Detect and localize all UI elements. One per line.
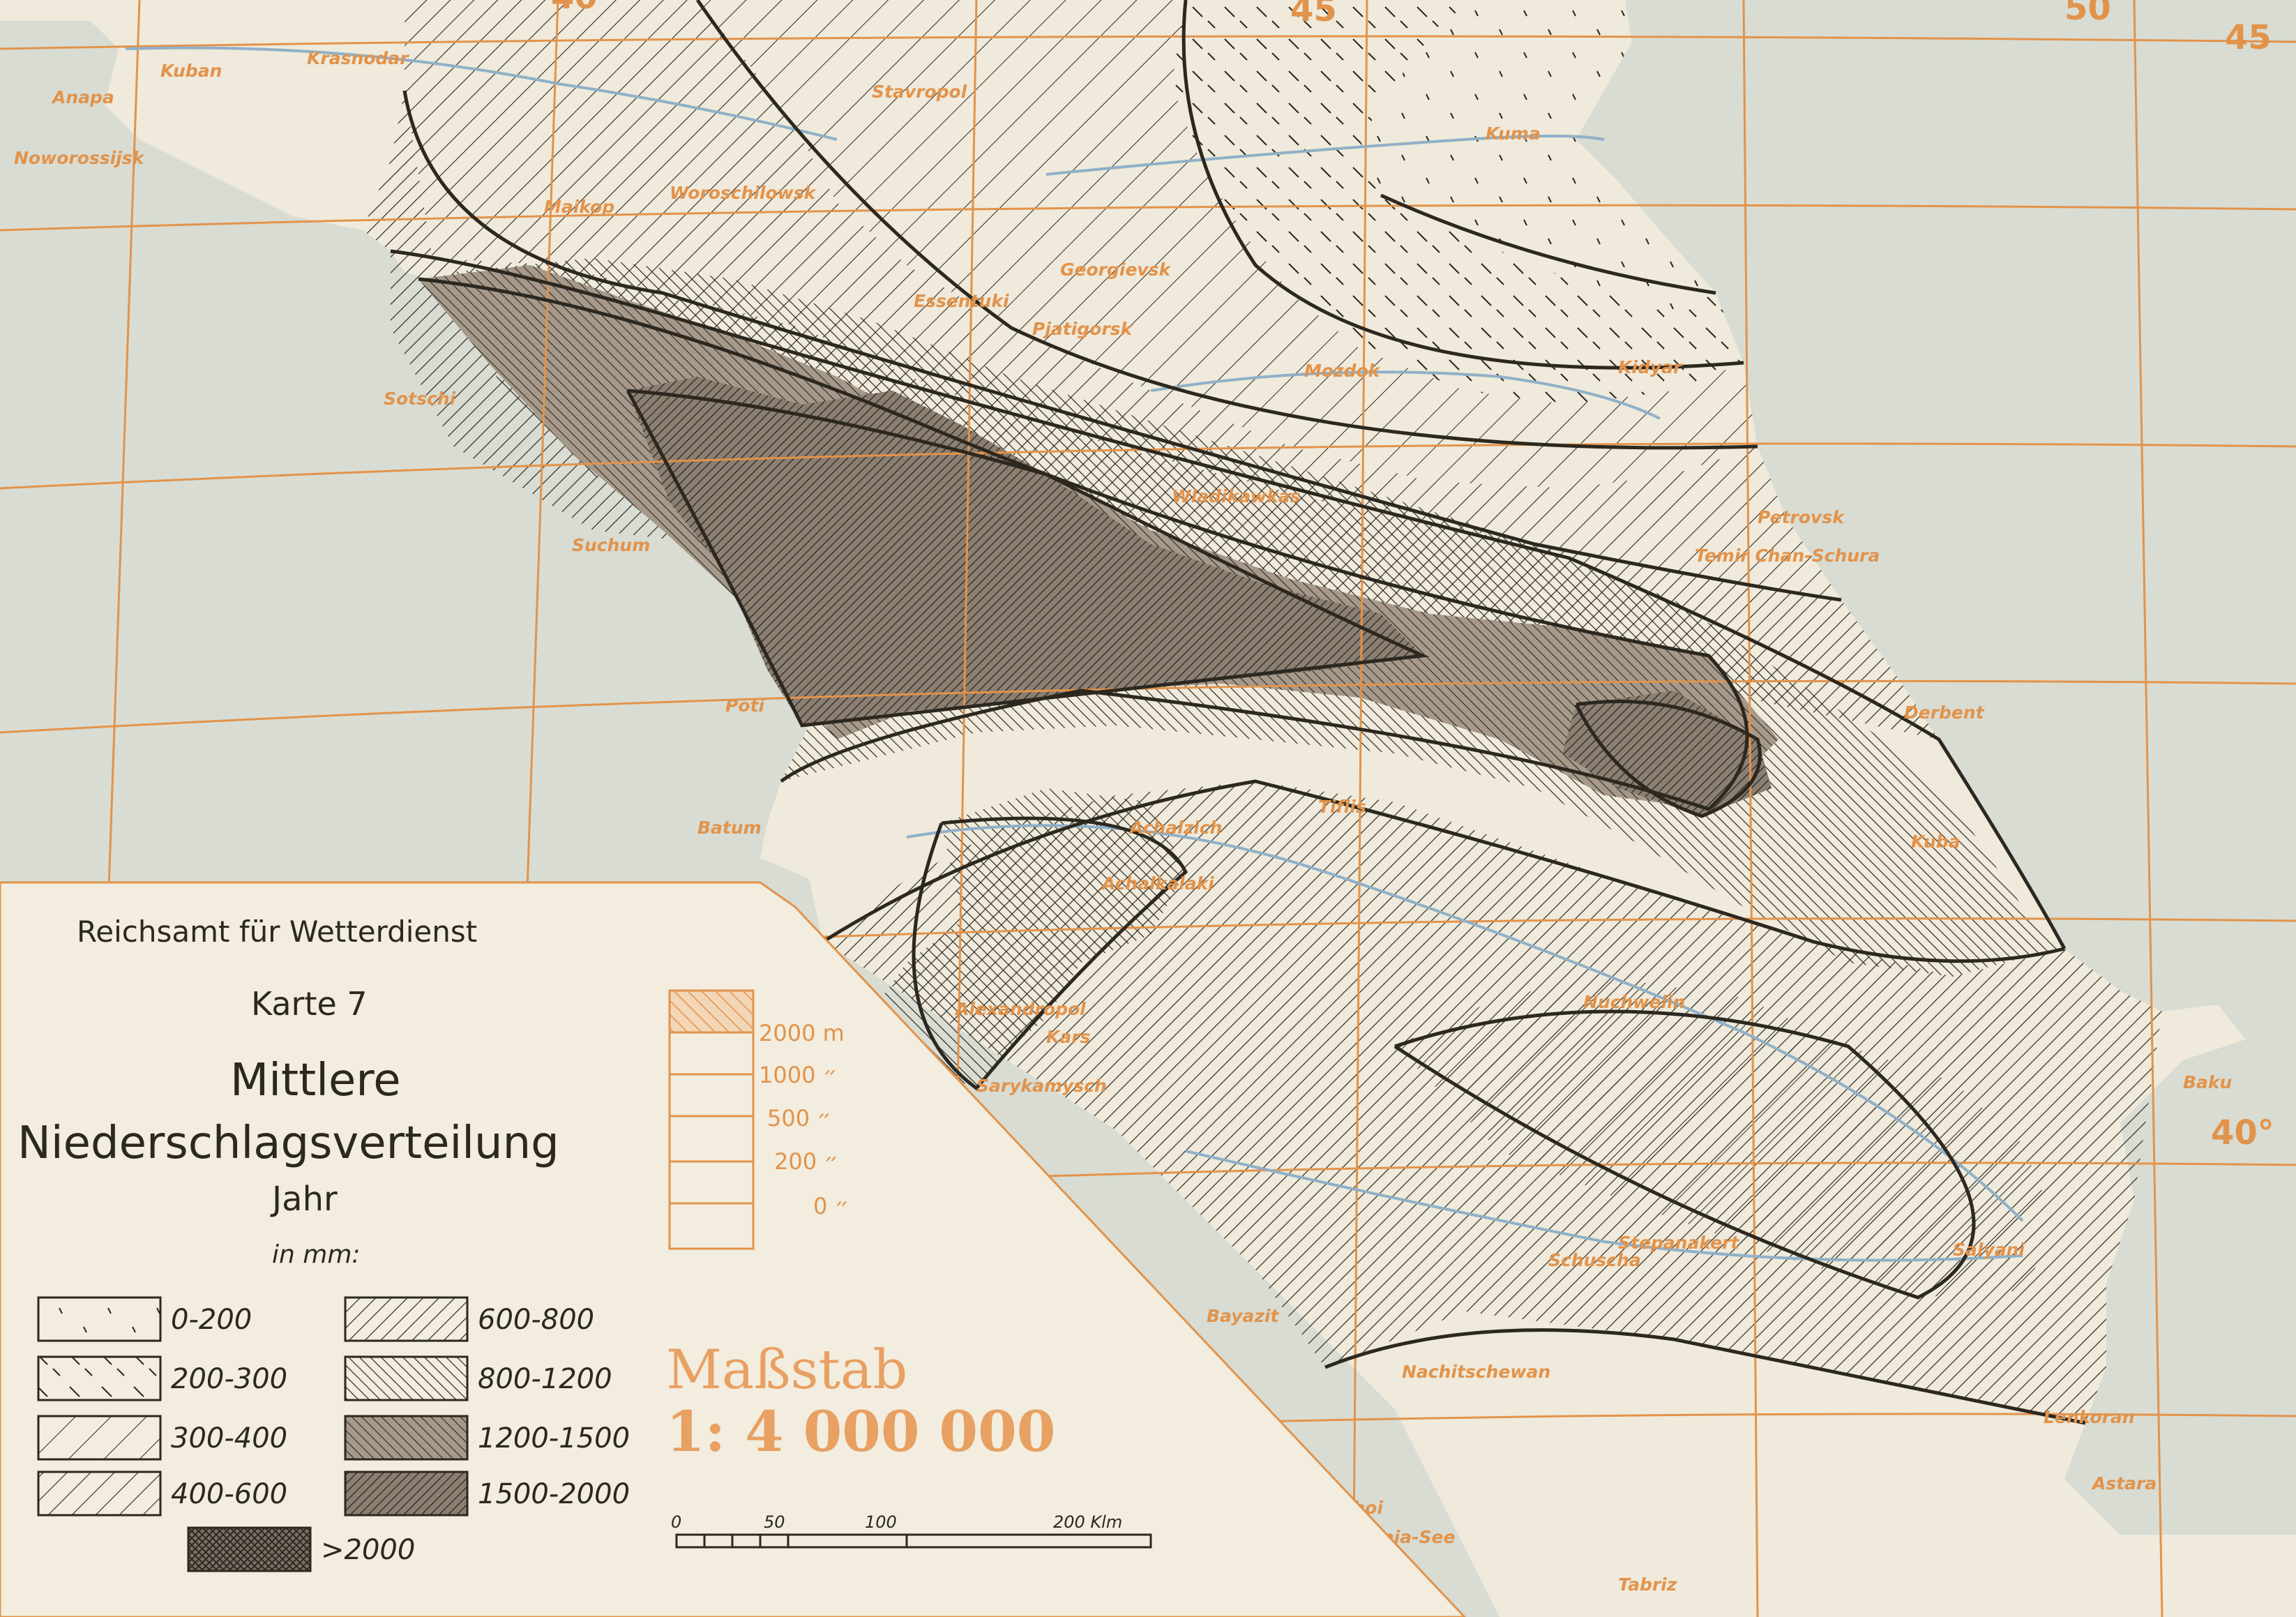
legend-label: 400-600 <box>171 1478 287 1510</box>
scale-tick-label: 0 <box>671 1512 681 1532</box>
latitude-label-45: 45 <box>2225 18 2272 57</box>
place-label-georgievsk: Georgievsk <box>1060 260 1172 280</box>
place-label-suchum: Suchum <box>572 535 650 555</box>
legend-swatch <box>37 1415 162 1461</box>
place-label-essentuki: Essentuki <box>914 291 1009 311</box>
place-label-achalzich: Achalzich <box>1128 818 1222 838</box>
longitude-label-45: 45 <box>1290 0 1337 29</box>
legend-swatch <box>344 1296 469 1342</box>
place-label-baku: Baku <box>2183 1072 2233 1092</box>
legend-label: 1500-2000 <box>478 1478 630 1510</box>
place-label-anapa: Anapa <box>51 87 114 107</box>
publisher-label: Reichsamt für Wetterdienst <box>77 915 477 949</box>
elevation-label: 500 ״ <box>767 1105 831 1131</box>
place-label-sotschi: Sotschi <box>384 389 456 409</box>
place-label-kuma: Kuma <box>1486 123 1541 144</box>
place-label-woroschilowsk: Woroschilowsk <box>670 183 817 203</box>
legend-label: 0-200 <box>171 1304 252 1336</box>
elevation-label: 2000 m <box>759 1020 845 1046</box>
legend-label: 800-1200 <box>478 1363 612 1395</box>
unit-label: in mm: <box>272 1240 361 1269</box>
longitude-label-40: 40 <box>551 0 598 17</box>
legend-swatch <box>344 1415 469 1461</box>
place-label-kars: Kars <box>1046 1027 1090 1047</box>
elevation-label: 0 ״ <box>813 1193 849 1219</box>
map-period: Jahr <box>270 1180 338 1219</box>
scale-tick-label: 50 <box>764 1512 785 1532</box>
legend-swatch <box>37 1355 162 1401</box>
legend-swatch <box>37 1471 162 1517</box>
place-label-tabriz: Tabriz <box>1618 1574 1677 1595</box>
place-label-alexandropol: Alexandropol <box>954 999 1086 1019</box>
place-label-batum: Batum <box>697 818 762 838</box>
scale-tick-label: 100 <box>865 1512 897 1532</box>
place-label-pjatigorsk: Pjatigorsk <box>1032 319 1133 339</box>
place-label-krasnodar: Krasnodar <box>307 48 409 68</box>
legend-label: 200-300 <box>171 1363 287 1395</box>
place-label-tiflis: Tiflis <box>1318 797 1366 817</box>
place-label-petrovsk: Petrovsk <box>1758 507 1845 527</box>
map-title-line2: Niederschlagsverteilung <box>17 1118 559 1169</box>
place-label-stavropol: Stavropol <box>872 82 967 102</box>
legend-swatch <box>187 1526 312 1572</box>
elevation-label: 1000 ״ <box>759 1062 837 1088</box>
place-label-mozdok: Mozdok <box>1304 361 1381 381</box>
place-label-derbent: Derbent <box>1904 702 1985 723</box>
map-number: Karte 7 <box>251 985 368 1023</box>
elevation-label: 200 ״ <box>774 1148 838 1175</box>
place-label-wladikawkas: Wladikawkas <box>1172 486 1300 506</box>
legend-swatch <box>344 1355 469 1401</box>
place-label-nachitschewan: Nachitschewan <box>1402 1362 1550 1382</box>
latitude-label-40: 40° <box>2211 1113 2274 1152</box>
longitude-label-50: 50 <box>2064 0 2111 28</box>
legend-swatch <box>344 1471 469 1517</box>
place-label-noworossijsk: Noworossijsk <box>14 148 145 168</box>
place-label-astara: Astara <box>2091 1473 2157 1494</box>
place-label-sarykamysch: Sarykamysch <box>976 1076 1107 1096</box>
place-label-kuban: Kuban <box>160 61 222 81</box>
map-title-line1: Mittlere <box>230 1055 401 1106</box>
legend-label: 1200-1500 <box>478 1422 630 1454</box>
legend-label: 600-800 <box>478 1304 594 1336</box>
legend-label: >2000 <box>321 1534 415 1566</box>
place-label-poti: Poti <box>725 695 764 716</box>
place-label-schuscha: Schuscha <box>1548 1250 1641 1270</box>
place-label-salyani: Salyani <box>1953 1240 2025 1260</box>
precipitation-map: 40 45 50 45 40° Kuban Krasnodar Anapa Nowor… <box>0 0 2296 1617</box>
place-label-temir: Temir Chan-Schura <box>1695 546 1880 566</box>
place-label-kidyar: Kidyar <box>1618 357 1683 377</box>
place-label-kuba: Kuba <box>1911 832 1961 852</box>
place-label-maikop: Maikop <box>544 197 614 217</box>
elevation-swatch-high <box>668 989 755 1034</box>
place-label-lenkoran: Lenkoran <box>2044 1407 2135 1427</box>
place-label-achalkalaki: Achalkalaki <box>1101 873 1214 894</box>
place-label-bayazit: Bayazit <box>1207 1306 1279 1326</box>
scale-title: Maßstab <box>666 1339 907 1401</box>
place-label-nuchwelin: Nuchwelin <box>1583 992 1685 1012</box>
legend-swatch <box>37 1296 162 1342</box>
legend-label: 300-400 <box>171 1422 287 1454</box>
scale-tick-label: 200 Klm <box>1053 1512 1122 1532</box>
scale-ratio: 1: 4 000 000 <box>666 1399 1055 1464</box>
